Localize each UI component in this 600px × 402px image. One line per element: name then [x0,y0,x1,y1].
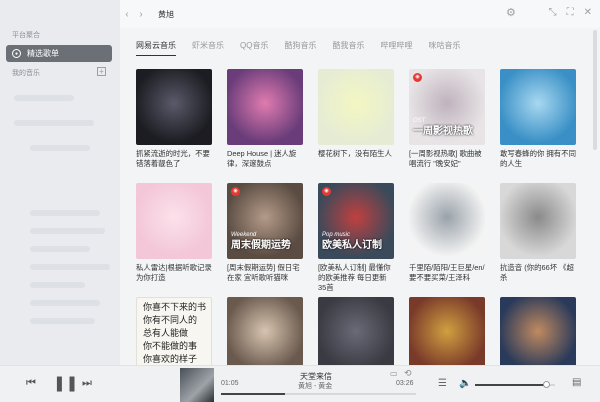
playlist-card[interactable]: 抓紧流逝的时光，不要错落着靓色了 [136,69,212,179]
playlist-queue-icon[interactable]: ☰ [438,378,447,389]
close-icon[interactable]: ✕ [584,7,592,18]
current-time: 01:05 [221,380,239,387]
tab-1[interactable]: 虾米音乐 [192,40,224,56]
forward-icon[interactable]: › [134,9,148,20]
playlist-card[interactable]: 千里陌/陌阳/王巨星/en/要不要买菜/王泽科 [409,183,485,293]
calligraphy-line: 总有人能做 [143,329,189,339]
playlist-cover[interactable] [227,297,303,373]
lyrics-icon[interactable]: ▤ [572,377,581,388]
fullscreen-icon[interactable]: ⛶ [567,7,574,18]
playlist-cover[interactable] [409,297,485,373]
playlist-card[interactable] [227,297,303,373]
scrollbar[interactable] [593,30,597,150]
volume-slider[interactable] [475,381,555,388]
playlist-card[interactable]: 抗造音 (你的66坏 《超杀 [500,183,576,293]
playlist-card[interactable]: 私人雷达|根据听歌记录为你打造 [136,183,212,293]
playlist-title[interactable]: 私人雷达|根据听歌记录为你打造 [136,263,212,293]
progress-bar[interactable] [221,393,416,395]
playlist-cover[interactable] [409,183,485,259]
cover-title: 欧美私人订制 [322,240,382,251]
playlist-cover[interactable]: ◉ Weekend 周末假期运势 [227,183,303,259]
tab-4[interactable]: 酷我音乐 [332,40,364,56]
netease-badge-icon: ◉ [231,187,240,196]
calligraphy-line: 你不能做的事 [143,342,198,352]
playlist-card[interactable]: Deep House | 迷人旋律，深邃鼓点 [227,69,303,179]
playlist-card[interactable] [500,297,576,373]
previous-icon[interactable]: ⏮ [26,377,36,390]
playlist-card[interactable] [318,297,394,373]
playlist-card[interactable]: 你喜不下来的书 你有不同人的 总有人能做 你不能做的事 你喜欢的样子 [136,297,212,373]
playlist-cover[interactable] [500,183,576,259]
source-tabs: 网易云音乐 虾米音乐 QQ音乐 酷狗音乐 酷我音乐 哔哩哔哩 咪咕音乐 [136,40,476,56]
tab-3[interactable]: 酷狗音乐 [284,40,316,56]
playlist-title[interactable]: 敢写春蜂的你 拥有不同的人生 [500,149,576,179]
repeat-icon[interactable]: ⟲ [404,368,412,379]
playlist-cover[interactable] [500,297,576,373]
total-time: 03:26 [396,380,414,387]
volume-icon[interactable]: 🔈 [459,378,471,389]
search-input[interactable]: 黄旭 [154,6,494,22]
playlist-title[interactable]: 抗造音 (你的66坏 《超杀 [500,263,576,293]
playlist-cover[interactable] [318,69,394,145]
playlist-card[interactable]: 敢写春蜂的你 拥有不同的人生 [500,69,576,179]
playlist-title[interactable]: 抓紧流逝的时光，不要错落着靓色了 [136,149,212,179]
playlist-cover[interactable]: ◉ Pop music 欧美私人订制 [318,183,394,259]
next-icon[interactable]: ⏭ [82,377,92,390]
playlist-cover[interactable]: 你喜不下来的书 你有不同人的 总有人能做 你不能做的事 你喜欢的样子 [136,297,212,373]
playlist-card[interactable]: 樱花树下，没有陌生人 [318,69,394,179]
playlist-cover[interactable] [318,297,394,373]
tab-2[interactable]: QQ音乐 [240,40,268,56]
song-artist: 黄旭 - 黄金 [298,383,333,390]
playlist-card[interactable]: ◉ OST 一周影视热歌 [一周影视热歌] 歌曲被唱流行 "晚安妃" [409,69,485,179]
netease-badge-icon: ◉ [413,73,422,82]
tab-6[interactable]: 咪咕音乐 [428,40,460,56]
add-playlist-icon[interactable]: + [97,67,106,76]
sidebar-item-playlists[interactable]: ● 精选歌单 [6,45,112,62]
playlist-card[interactable]: ◉ Pop music 欧美私人订制 [欧美私人订制] 最懂你的欧美推荐 每日更新35… [318,183,394,293]
album-cover[interactable] [180,368,214,402]
playlist-title[interactable]: [一周影视热歌] 歌曲被唱流行 "晚安妃" [409,149,485,179]
playlist-title[interactable]: 千里陌/陌阳/王巨星/en/要不要买菜/王泽科 [409,263,485,293]
folder-icon[interactable]: ▭ [390,369,398,378]
playlist-title[interactable]: Deep House | 迷人旋律，深邃鼓点 [227,149,303,179]
tab-5[interactable]: 哔哩哔哩 [380,40,412,56]
collapse-icon[interactable]: ⤡ [549,7,557,18]
playlist-cover[interactable] [136,183,212,259]
back-icon[interactable]: ‹ [120,9,134,20]
playlist-cover[interactable] [136,69,212,145]
sidebar-item-label: 精选歌单 [27,49,59,58]
cover-title: 一周影视热歌 [413,126,473,137]
playlist-card[interactable]: ◉ Weekend 周末假期运势 [周末假期运势] 假日宅在家 宜听歌听猫咪 [227,183,303,293]
calligraphy-line: 你有不同人的 [143,316,198,326]
sidebar-section-my-music: 我的音乐 [12,70,40,77]
playlist-title[interactable]: [周末假期运势] 假日宅在家 宜听歌听猫咪 [227,263,303,293]
calligraphy-line: 你喜不下来的书 [143,303,207,313]
settings-icon[interactable]: ⚙ [506,6,516,19]
playlist-cover[interactable]: ◉ OST 一周影视热歌 [409,69,485,145]
disc-icon: ● [12,49,21,58]
netease-badge-icon: ◉ [322,187,331,196]
player-bar: ⏮ ❚❚ ⏭ 01:05 天堂来信 黄旭 - 黄金 ▭ ⟲ 03:26 ☰ 🔈 … [0,365,600,402]
playlist-cover[interactable] [500,69,576,145]
playlist-title[interactable]: 樱花树下，没有陌生人 [318,149,394,179]
playlist-cover[interactable] [227,69,303,145]
pause-icon[interactable]: ❚❚ [53,374,78,392]
top-bar: ‹ › 黄旭 ⚙ ⤡ ⛶ ✕ [120,0,600,28]
sidebar: 平台聚合 ● 精选歌单 我的音乐 + [0,0,120,365]
playlist-title[interactable]: [欧美私人订制] 最懂你的欧美推荐 每日更新35首 [318,263,394,293]
playlist-card[interactable] [409,297,485,373]
tab-0[interactable]: 网易云音乐 [136,40,176,56]
cover-title: 周末假期运势 [231,240,291,251]
sidebar-section-platform: 平台聚合 [12,32,40,39]
